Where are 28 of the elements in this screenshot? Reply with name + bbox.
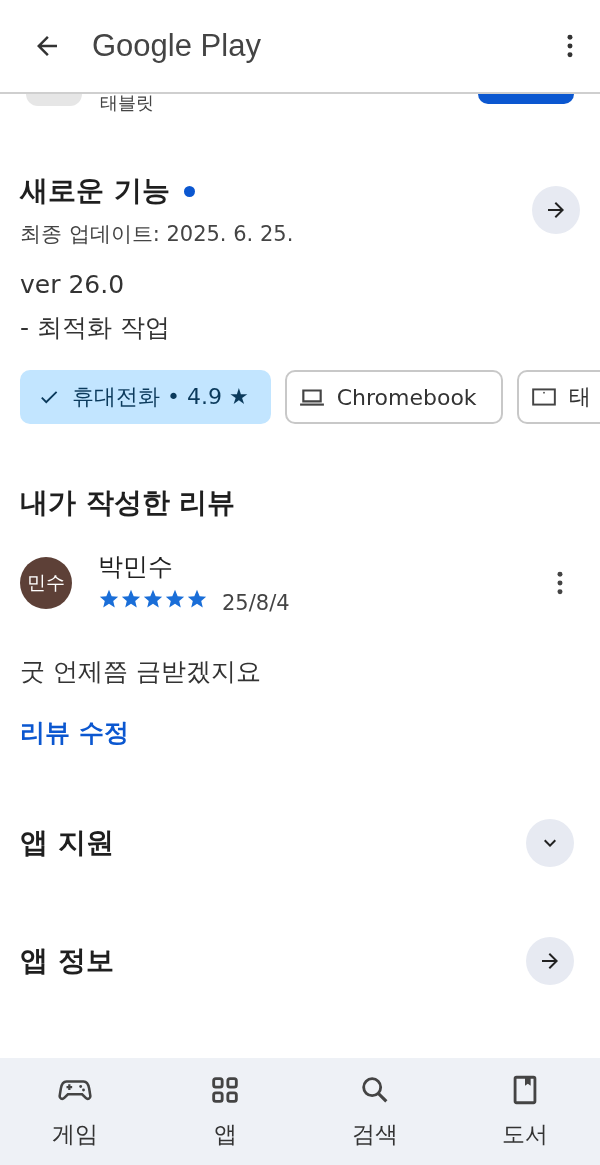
reviewer-name: 박민수	[98, 551, 174, 583]
release-note: - 최적화 작업	[20, 312, 171, 344]
section-title: 앱 정보	[20, 943, 114, 979]
app-icon	[26, 94, 82, 106]
new-dot	[183, 185, 195, 197]
user-avatar: 민수	[20, 556, 72, 609]
review-date: 25/8/4	[222, 591, 290, 615]
arrow-button[interactable]	[532, 186, 580, 234]
nav-tab[interactable]: 도서	[475, 1073, 575, 1150]
nav-tab[interactable]: 앱	[175, 1073, 275, 1150]
app-title: Google Play	[92, 28, 262, 64]
more-icon[interactable]	[566, 33, 574, 59]
device-chip[interactable]: 휴대전화 • 4.9 ★	[20, 370, 271, 424]
section-title: 새로운 기능	[20, 173, 170, 209]
section-title: 앱 지원	[20, 825, 114, 861]
update-date: 최종 업데이트: 2025. 6. 25.	[20, 221, 294, 248]
section-title: 내가 작성한 리뷰	[20, 485, 237, 521]
review-text: 굿 언제쯤 금받겠지요	[20, 656, 262, 688]
more-icon[interactable]	[556, 569, 564, 596]
edit-review-link[interactable]: 리뷰 수정	[20, 716, 129, 749]
nav-tab[interactable]: 게임	[25, 1073, 125, 1150]
release-note: ver 26.0	[20, 270, 126, 299]
arrow-button[interactable]	[526, 937, 574, 985]
device-chip[interactable]: 태	[516, 370, 600, 424]
device-label: 태블릿	[100, 94, 155, 112]
nav-tab[interactable]: 검색	[325, 1073, 425, 1150]
install-button[interactable]	[478, 94, 574, 104]
device-chip[interactable]: Chromebook	[284, 370, 503, 424]
